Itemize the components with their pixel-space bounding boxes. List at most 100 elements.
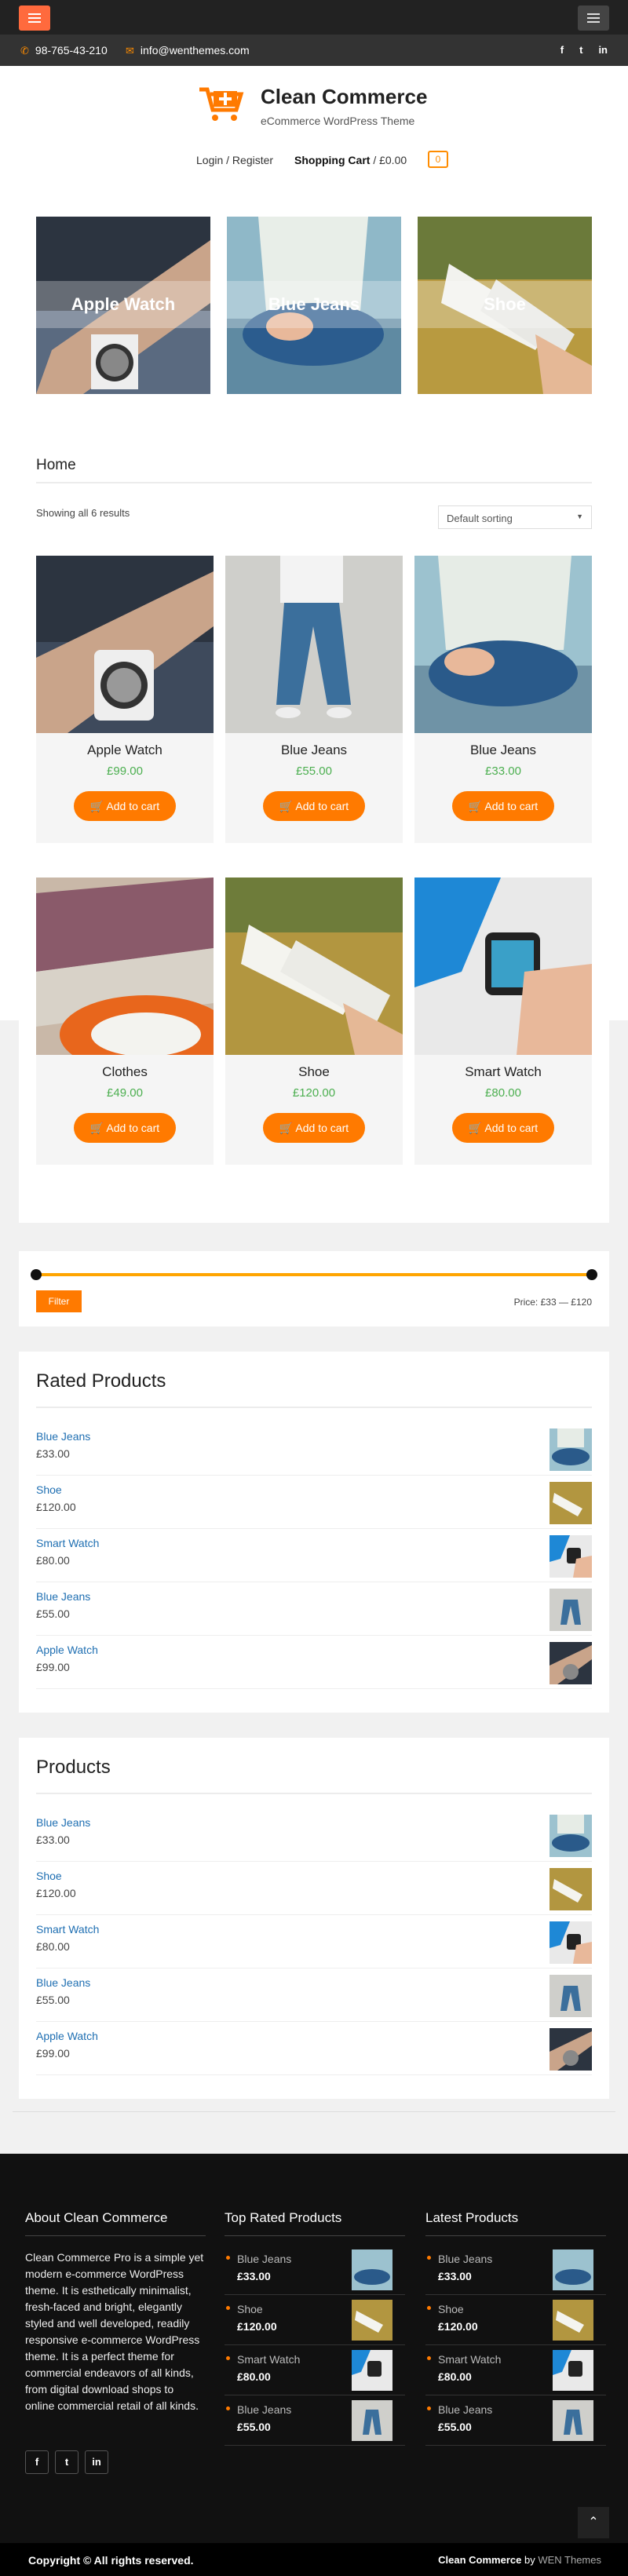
item-thumbnail[interactable] xyxy=(553,2350,593,2391)
item-thumbnail[interactable] xyxy=(550,1535,592,1578)
footer-list-item[interactable]: Shoe £120.00 xyxy=(225,2295,405,2345)
list-item[interactable]: Blue Jeans £33.00 xyxy=(36,1808,592,1862)
list-item[interactable]: Apple Watch £99.00 xyxy=(36,1636,592,1689)
scroll-to-top-button[interactable]: ⌃ xyxy=(578,2507,609,2538)
add-to-cart-button[interactable]: 🛒 Add to cart xyxy=(452,1113,554,1143)
add-to-cart-button[interactable]: 🛒 Add to cart xyxy=(263,1113,365,1143)
product-card[interactable]: Blue Jeans £55.00 🛒 Add to cart xyxy=(225,556,403,843)
linkedin-icon[interactable]: in xyxy=(85,2450,108,2474)
product-card[interactable]: Smart Watch £80.00 🛒 Add to cart xyxy=(414,878,592,1165)
product-name[interactable]: Shoe xyxy=(225,1064,403,1080)
item-name[interactable]: Blue Jeans xyxy=(438,2253,492,2265)
product-card[interactable]: Apple Watch £99.00 🛒 Add to cart xyxy=(36,556,214,843)
category-blue-jeans[interactable]: Blue Jeans xyxy=(227,217,401,394)
product-name[interactable]: Blue Jeans xyxy=(414,743,592,758)
linkedin-icon[interactable]: in xyxy=(598,44,608,56)
credit-theme-link[interactable]: Clean Commerce xyxy=(438,2554,521,2566)
item-name[interactable]: Smart Watch xyxy=(438,2353,501,2366)
sorting-select[interactable]: Default sorting ▼ xyxy=(438,505,592,529)
item-thumbnail[interactable] xyxy=(352,2300,392,2341)
login-register-link[interactable]: Login / Register xyxy=(196,154,273,166)
site-title[interactable]: Clean Commerce xyxy=(261,85,427,109)
item-name[interactable]: Shoe xyxy=(36,1870,62,1882)
product-card[interactable]: Clothes £49.00 🛒 Add to cart xyxy=(36,878,214,1165)
item-thumbnail[interactable] xyxy=(352,2350,392,2391)
shopping-cart-link[interactable]: Shopping Cart / £0.00 xyxy=(294,154,407,166)
category-shoe[interactable]: Shoe xyxy=(418,217,592,394)
list-item[interactable]: Shoe £120.00 xyxy=(36,1862,592,1915)
product-name[interactable]: Apple Watch xyxy=(36,743,214,758)
item-thumbnail[interactable] xyxy=(550,1921,592,1964)
footer-list-item[interactable]: Blue Jeans £33.00 xyxy=(225,2245,405,2295)
product-image[interactable] xyxy=(414,556,592,733)
facebook-icon[interactable]: f xyxy=(560,44,564,56)
list-item[interactable]: Blue Jeans £55.00 xyxy=(36,1968,592,2022)
twitter-icon[interactable]: t xyxy=(55,2450,78,2474)
list-item[interactable]: Smart Watch £80.00 xyxy=(36,1529,592,1582)
product-card[interactable]: Shoe £120.00 🛒 Add to cart xyxy=(225,878,403,1165)
product-name[interactable]: Clothes xyxy=(36,1064,214,1080)
item-thumbnail[interactable] xyxy=(550,2028,592,2071)
list-item[interactable]: Blue Jeans £55.00 xyxy=(36,1582,592,1636)
item-thumbnail[interactable] xyxy=(550,1642,592,1684)
product-card[interactable]: Blue Jeans £33.00 🛒 Add to cart xyxy=(414,556,592,843)
product-image[interactable] xyxy=(414,878,592,1055)
item-name[interactable]: Blue Jeans xyxy=(438,2403,492,2416)
item-thumbnail[interactable] xyxy=(553,2400,593,2441)
twitter-icon[interactable]: t xyxy=(579,44,582,56)
item-name[interactable]: Blue Jeans xyxy=(237,2253,291,2265)
breadcrumb[interactable]: Home xyxy=(36,457,76,474)
list-item[interactable]: Smart Watch £80.00 xyxy=(36,1915,592,1968)
item-name[interactable]: Blue Jeans xyxy=(36,1816,90,1829)
item-thumbnail[interactable] xyxy=(553,2300,593,2341)
item-thumbnail[interactable] xyxy=(550,1975,592,2017)
list-item[interactable]: Shoe £120.00 xyxy=(36,1476,592,1529)
item-name[interactable]: Blue Jeans xyxy=(237,2403,291,2416)
product-image[interactable] xyxy=(225,878,403,1055)
item-name[interactable]: Blue Jeans xyxy=(36,1976,90,1989)
item-thumbnail[interactable] xyxy=(553,2249,593,2290)
footer-list-item[interactable]: Blue Jeans £55.00 xyxy=(425,2395,606,2446)
item-name[interactable]: Shoe xyxy=(237,2303,263,2315)
item-thumbnail[interactable] xyxy=(550,1482,592,1524)
site-branding[interactable]: Clean Commerce eCommerce WordPress Theme xyxy=(198,80,449,127)
footer-list-item[interactable]: Smart Watch £80.00 xyxy=(225,2345,405,2395)
cart-bag-icon[interactable]: 0 xyxy=(428,151,448,168)
footer-list-item[interactable]: Blue Jeans £33.00 xyxy=(425,2245,606,2295)
secondary-menu-button[interactable] xyxy=(578,5,609,31)
credit-author-link[interactable]: WEN Themes xyxy=(538,2554,601,2566)
facebook-icon[interactable]: f xyxy=(25,2450,49,2474)
product-name[interactable]: Smart Watch xyxy=(414,1064,592,1080)
item-name[interactable]: Smart Watch xyxy=(237,2353,300,2366)
item-name[interactable]: Shoe xyxy=(36,1483,62,1496)
slider-max-handle[interactable] xyxy=(586,1269,597,1280)
item-name[interactable]: Shoe xyxy=(438,2303,464,2315)
item-thumbnail[interactable] xyxy=(550,1428,592,1471)
product-name[interactable]: Blue Jeans xyxy=(225,743,403,758)
phone-contact[interactable]: ✆ 98-765-43-210 xyxy=(20,44,108,57)
list-item[interactable]: Apple Watch £99.00 xyxy=(36,2022,592,2075)
add-to-cart-button[interactable]: 🛒 Add to cart xyxy=(74,1113,176,1143)
price-slider[interactable] xyxy=(31,1269,597,1280)
item-thumbnail[interactable] xyxy=(352,2249,392,2290)
add-to-cart-button[interactable]: 🛒 Add to cart xyxy=(74,791,176,821)
add-to-cart-button[interactable]: 🛒 Add to cart xyxy=(452,791,554,821)
item-name[interactable]: Apple Watch xyxy=(36,2030,98,2042)
item-name[interactable]: Smart Watch xyxy=(36,1923,99,1936)
product-image[interactable] xyxy=(36,878,214,1055)
item-name[interactable]: Blue Jeans xyxy=(36,1590,90,1603)
slider-min-handle[interactable] xyxy=(31,1269,42,1280)
item-thumbnail[interactable] xyxy=(550,1589,592,1631)
footer-list-item[interactable]: Smart Watch £80.00 xyxy=(425,2345,606,2395)
product-image[interactable] xyxy=(36,556,214,733)
category-apple-watch[interactable]: Apple Watch xyxy=(36,217,210,394)
item-thumbnail[interactable] xyxy=(550,1815,592,1857)
menu-toggle-button[interactable] xyxy=(19,5,50,31)
email-contact[interactable]: ✉ info@wenthemes.com xyxy=(126,44,250,57)
footer-list-item[interactable]: Blue Jeans £55.00 xyxy=(225,2395,405,2446)
item-thumbnail[interactable] xyxy=(550,1868,592,1910)
item-name[interactable]: Apple Watch xyxy=(36,1644,98,1656)
item-name[interactable]: Smart Watch xyxy=(36,1537,99,1549)
product-image[interactable] xyxy=(225,556,403,733)
filter-button[interactable]: Filter xyxy=(36,1290,82,1312)
